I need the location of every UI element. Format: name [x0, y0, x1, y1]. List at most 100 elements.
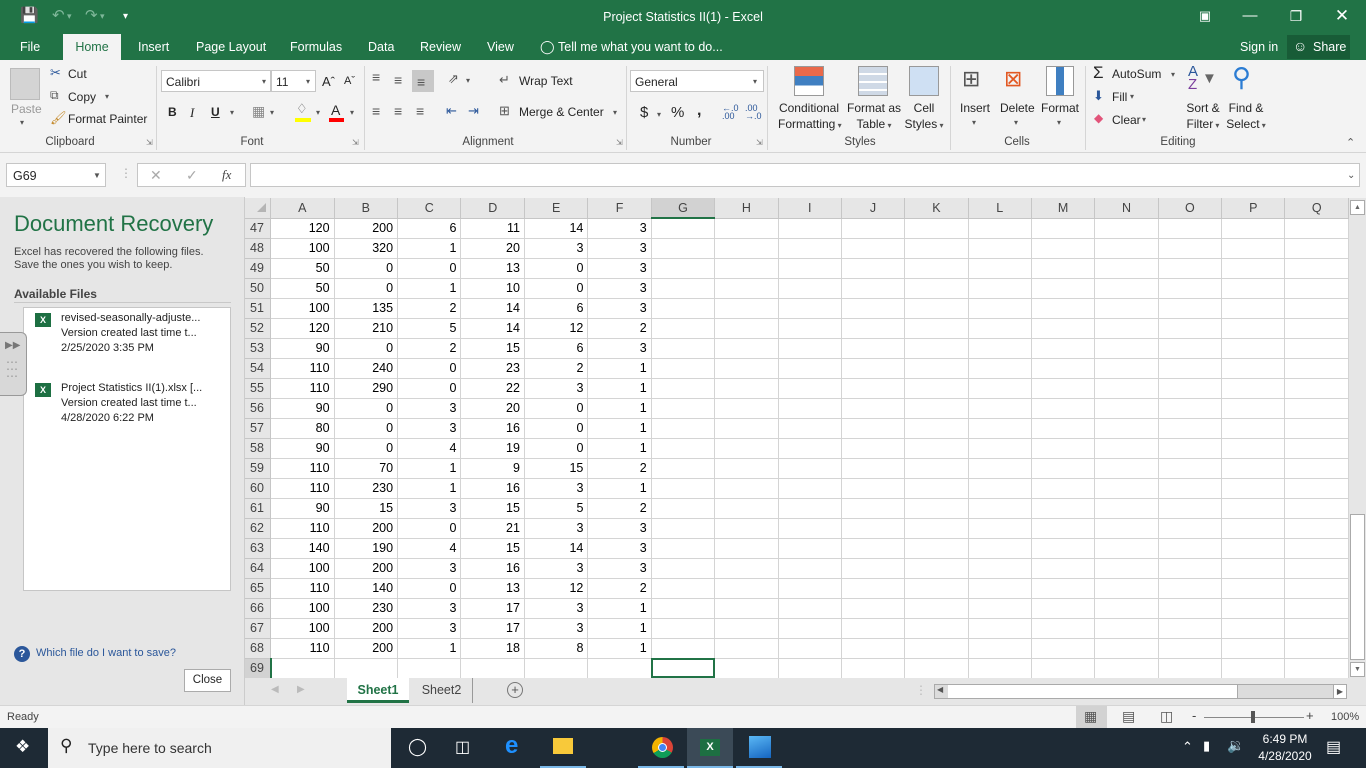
cell-f50[interactable]: 3 [587, 278, 652, 299]
cell-q69[interactable] [1284, 658, 1349, 678]
font-name-select[interactable]: Calibri ▾ [161, 70, 271, 92]
align-center-icon[interactable]: ≡ [394, 103, 402, 119]
cell-d69[interactable] [460, 658, 525, 678]
cell-b60[interactable]: 230 [334, 478, 399, 499]
column-header-m[interactable]: M [1031, 198, 1096, 219]
cell-n64[interactable] [1094, 558, 1159, 579]
cell-e65[interactable]: 12 [524, 578, 589, 599]
cell-q64[interactable] [1284, 558, 1349, 579]
cell-a47[interactable]: 120 [270, 218, 335, 239]
cell-e56[interactable]: 0 [524, 398, 589, 419]
cell-q57[interactable] [1284, 418, 1349, 439]
cell-f68[interactable]: 1 [587, 638, 652, 659]
cell-b62[interactable]: 200 [334, 518, 399, 539]
cell-c57[interactable]: 3 [397, 418, 462, 439]
cell-k53[interactable] [904, 338, 969, 359]
currency-button[interactable]: $ [640, 104, 648, 121]
cell-c48[interactable]: 1 [397, 238, 462, 259]
column-header-a[interactable]: A [270, 198, 335, 219]
tab-home[interactable]: Home [63, 34, 121, 60]
cell-o58[interactable] [1158, 438, 1223, 459]
cell-n67[interactable] [1094, 618, 1159, 639]
cell-h65[interactable] [714, 578, 779, 599]
cell-m55[interactable] [1031, 378, 1096, 399]
task-view-icon[interactable]: ◫ [455, 737, 470, 757]
cell-b51[interactable]: 135 [334, 298, 399, 319]
cell-o62[interactable] [1158, 518, 1223, 539]
cell-a55[interactable]: 110 [270, 378, 335, 399]
cell-m54[interactable] [1031, 358, 1096, 379]
cell-e55[interactable]: 3 [524, 378, 589, 399]
cell-f51[interactable]: 3 [587, 298, 652, 319]
increase-decimal-icon[interactable]: ←.0.00 [722, 104, 739, 121]
cell-p65[interactable] [1221, 578, 1286, 599]
collapse-ribbon-icon[interactable]: ⌃ [1346, 136, 1355, 149]
cell-n58[interactable] [1094, 438, 1159, 459]
vertical-scrollbar[interactable]: ▲ ▼ [1349, 198, 1366, 678]
enter-icon[interactable]: ✓ [186, 167, 198, 184]
tab-file[interactable]: File [8, 34, 52, 60]
select-all-corner[interactable] [245, 198, 271, 219]
cell-l61[interactable] [968, 498, 1032, 519]
cell-l47[interactable] [968, 218, 1032, 239]
minimize-icon[interactable]: — [1230, 4, 1270, 28]
cell-i69[interactable] [778, 658, 842, 678]
cell-j57[interactable] [841, 418, 906, 439]
cell-m47[interactable] [1031, 218, 1096, 239]
cell-n59[interactable] [1094, 458, 1159, 479]
cell-l59[interactable] [968, 458, 1032, 479]
cell-b65[interactable]: 140 [334, 578, 399, 599]
cell-i67[interactable] [778, 618, 842, 639]
cell-k47[interactable] [904, 218, 969, 239]
cell-e60[interactable]: 3 [524, 478, 589, 499]
cell-f55[interactable]: 1 [587, 378, 652, 399]
column-header-o[interactable]: O [1158, 198, 1223, 219]
cell-j60[interactable] [841, 478, 906, 499]
restore-icon[interactable]: ❐ [1276, 4, 1316, 28]
cell-j56[interactable] [841, 398, 906, 419]
row-header[interactable]: 55 [245, 378, 271, 399]
cell-m67[interactable] [1031, 618, 1096, 639]
cell-l57[interactable] [968, 418, 1032, 439]
cell-n55[interactable] [1094, 378, 1159, 399]
cell-h62[interactable] [714, 518, 779, 539]
cell-h53[interactable] [714, 338, 779, 359]
cell-m56[interactable] [1031, 398, 1096, 419]
cell-g61[interactable] [651, 498, 716, 519]
cell-i58[interactable] [778, 438, 842, 459]
cell-n51[interactable] [1094, 298, 1159, 319]
cell-f57[interactable]: 1 [587, 418, 652, 439]
cell-p57[interactable] [1221, 418, 1286, 439]
cell-j53[interactable] [841, 338, 906, 359]
cell-b50[interactable]: 0 [334, 278, 399, 299]
cell-j67[interactable] [841, 618, 906, 639]
cell-i60[interactable] [778, 478, 842, 499]
format-dropdown-icon[interactable]: ▾ [1057, 118, 1061, 127]
cell-n48[interactable] [1094, 238, 1159, 259]
cell-c64[interactable]: 3 [397, 558, 462, 579]
column-header-k[interactable]: K [904, 198, 969, 219]
name-box[interactable]: G69 ▼ [6, 163, 106, 187]
cell-e66[interactable]: 3 [524, 598, 589, 619]
cell-styles-button[interactable]: Cell Styles ▾ [902, 100, 946, 134]
column-header-e[interactable]: E [524, 198, 589, 219]
cell-l68[interactable] [968, 638, 1032, 659]
cancel-icon[interactable]: ✕ [150, 167, 162, 184]
add-sheet-icon[interactable]: + [507, 682, 523, 698]
cell-j58[interactable] [841, 438, 906, 459]
cell-i47[interactable] [778, 218, 842, 239]
cell-f59[interactable]: 2 [587, 458, 652, 479]
cell-b69[interactable] [334, 658, 399, 678]
cell-d55[interactable]: 22 [460, 378, 525, 399]
cell-i64[interactable] [778, 558, 842, 579]
cell-b52[interactable]: 210 [334, 318, 399, 339]
cell-k56[interactable] [904, 398, 969, 419]
fill-color-icon[interactable]: ♢ [296, 101, 308, 117]
cell-f60[interactable]: 1 [587, 478, 652, 499]
row-header[interactable]: 54 [245, 358, 271, 379]
cell-k63[interactable] [904, 538, 969, 559]
file-explorer-icon[interactable] [553, 738, 573, 754]
insert-function-icon[interactable]: fx [222, 167, 231, 183]
cell-p61[interactable] [1221, 498, 1286, 519]
cell-o53[interactable] [1158, 338, 1223, 359]
